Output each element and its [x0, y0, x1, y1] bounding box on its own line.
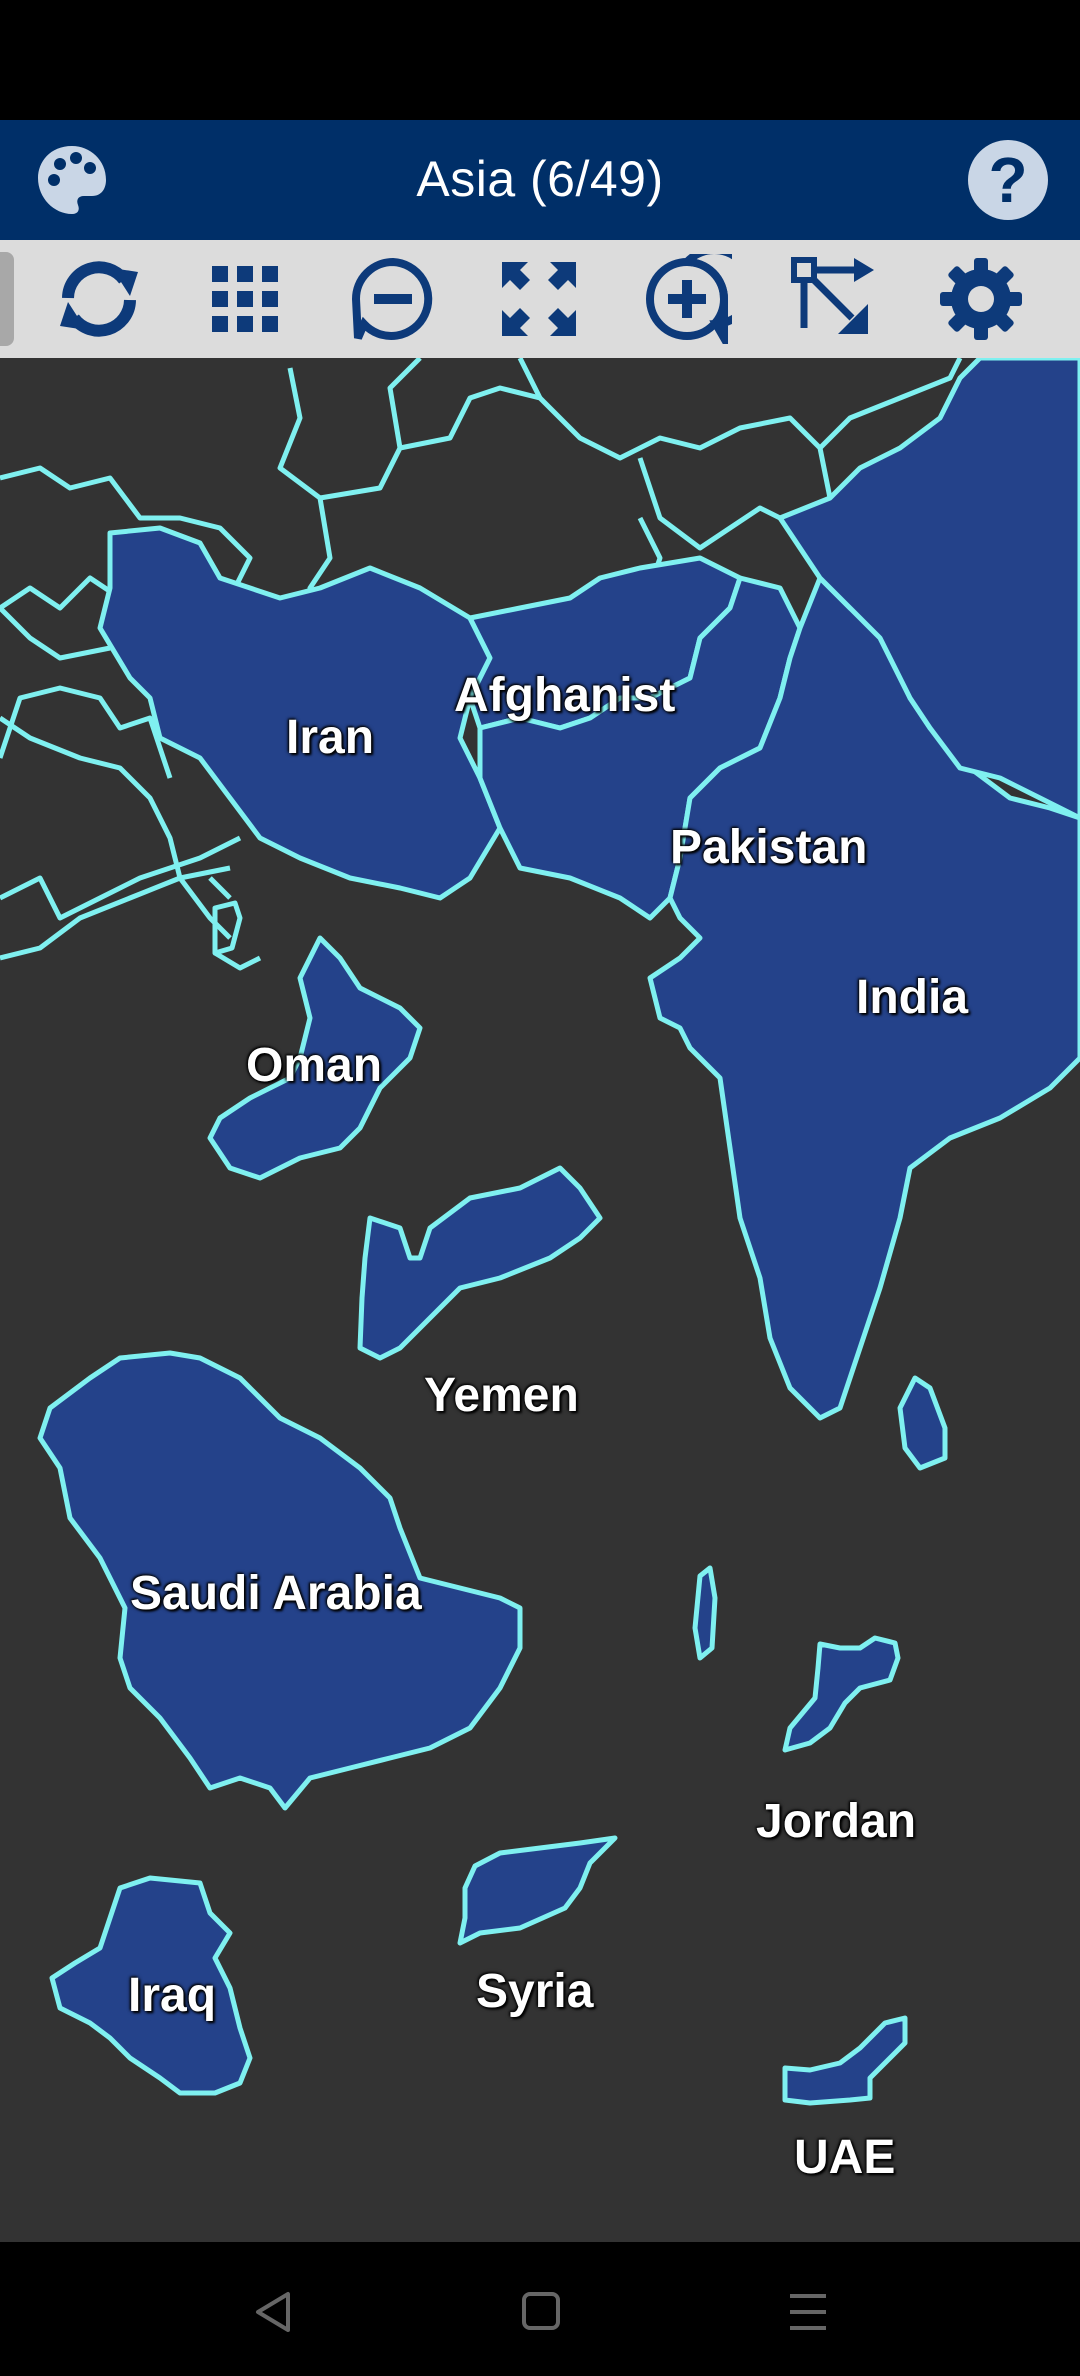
island-sri-lanka: [897, 1375, 948, 1471]
label-iran: Iran: [286, 711, 375, 764]
back-icon[interactable]: [244, 2282, 304, 2342]
label-iraq: Iraq: [128, 1969, 217, 2022]
move-pieces-icon[interactable]: [788, 254, 878, 344]
zoom-in-icon[interactable]: [642, 254, 732, 344]
grid-icon[interactable]: [200, 254, 290, 344]
zoom-out-icon[interactable]: [348, 254, 438, 344]
label-yemen: Yemen: [424, 1369, 579, 1422]
label-afghanistan: Afghanist: [454, 669, 676, 722]
country-yemen: [357, 1165, 603, 1361]
header-bar: Asia (6/49) ?: [0, 120, 1080, 240]
page-title: Asia (6/49): [416, 151, 664, 207]
drawer-handle[interactable]: [0, 252, 14, 346]
settings-icon[interactable]: [936, 254, 1026, 344]
map-board[interactable]: Iran Afghanist Pakistan India Oman Yemen…: [0, 358, 1080, 2242]
home-icon[interactable]: [510, 2282, 570, 2342]
help-button[interactable]: ?: [968, 140, 1048, 220]
system-nav-bar: [0, 2242, 1080, 2376]
piece-jordan: [782, 1635, 901, 1753]
piece-syria: [457, 1835, 618, 1946]
fit-screen-icon[interactable]: [494, 254, 584, 344]
label-pakistan: Pakistan: [670, 821, 868, 874]
piece-uae: [782, 2015, 908, 2106]
label-syria: Syria: [476, 1965, 594, 2018]
label-jordan: Jordan: [756, 1795, 917, 1848]
label-india: India: [856, 971, 969, 1024]
refresh-icon[interactable]: [54, 254, 144, 344]
status-bar: [0, 0, 1080, 120]
toolbar: [0, 240, 1080, 358]
label-saudi-arabia: Saudi Arabia: [130, 1567, 422, 1620]
label-uae: UAE: [794, 2131, 896, 2184]
menu-icon[interactable]: [778, 2282, 838, 2342]
piece-small-island: [692, 1565, 718, 1661]
label-oman: Oman: [246, 1039, 383, 1092]
